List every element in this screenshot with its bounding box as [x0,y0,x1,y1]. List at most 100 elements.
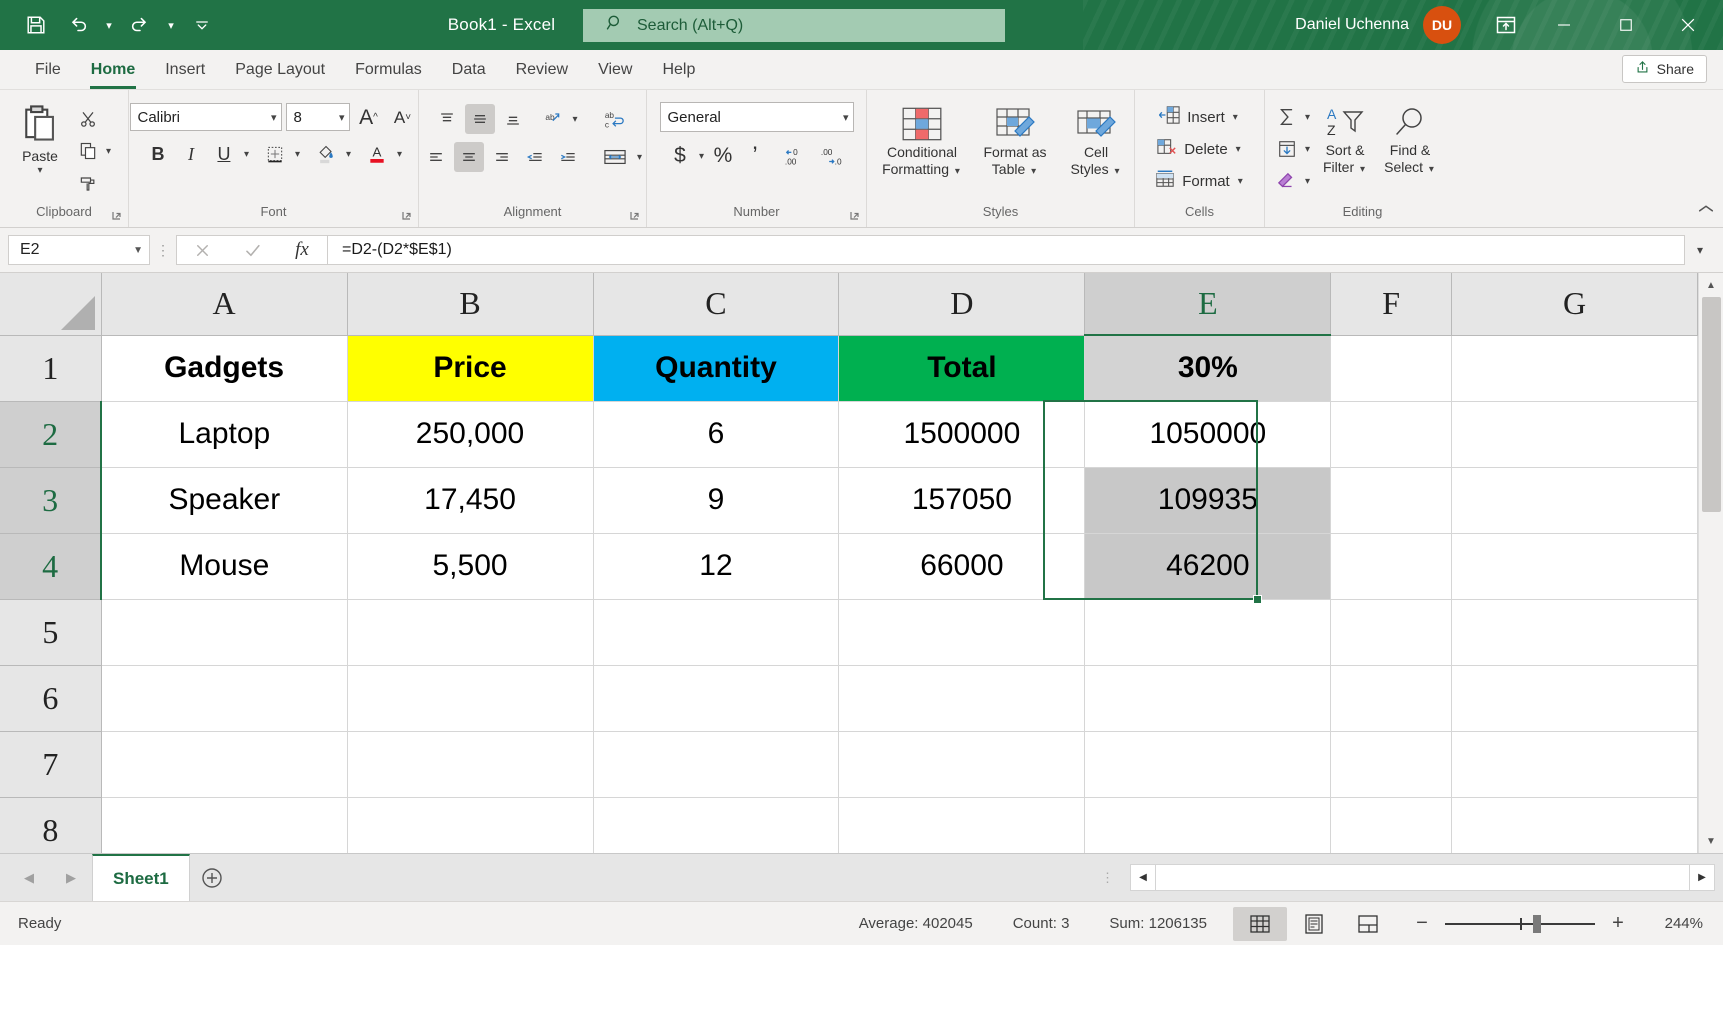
text-orientation-icon[interactable]: ab [537,104,567,134]
row-header-4[interactable]: 4 [0,533,101,599]
cell-g8[interactable] [1451,797,1697,853]
sheet-tab-sheet1[interactable]: Sheet1 [92,854,190,901]
font-color-icon[interactable]: A [362,139,392,169]
cell-g7[interactable] [1451,731,1697,797]
decrease-font-size-button[interactable]: A˅ [388,102,418,132]
tab-review[interactable]: Review [501,51,583,89]
format-as-table-button[interactable]: Format as Table ▾ [974,100,1056,182]
cell-a1[interactable]: Gadgets [101,335,347,401]
font-family-select[interactable]: Calibri ▾ [130,103,282,131]
fill-down-icon[interactable] [1272,134,1302,164]
decrease-decimal-icon[interactable]: .00 .0 [814,141,848,171]
number-dialog-launcher[interactable] [848,209,862,223]
vertical-scroll-track[interactable] [1699,297,1723,829]
increase-font-size-button[interactable]: A^ [354,102,384,132]
copy-dropdown-icon[interactable]: ▾ [104,146,113,157]
tab-view[interactable]: View [583,51,647,89]
chevron-down-icon[interactable]: ▾ [1112,166,1121,177]
scroll-up-button[interactable]: ▲ [1699,273,1723,297]
autosum-icon[interactable] [1272,102,1302,132]
font-color-dropdown-icon[interactable]: ▾ [395,149,404,160]
cell-d1[interactable]: Total [839,335,1085,401]
select-all-corner[interactable] [0,273,101,335]
format-painter-button[interactable] [73,168,103,198]
copy-button[interactable] [73,136,103,166]
cell-d8[interactable] [839,797,1085,853]
chevron-down-icon[interactable]: ▾ [1358,164,1367,175]
borders-dropdown-icon[interactable]: ▾ [293,149,302,160]
cell-e3[interactable]: 109935 [1085,467,1331,533]
cell-g3[interactable] [1451,467,1697,533]
borders-icon[interactable] [260,139,290,169]
row-header-2[interactable]: 2 [0,401,101,467]
cell-a5[interactable] [101,599,347,665]
cell-g4[interactable] [1451,533,1697,599]
cell-e5[interactable] [1085,599,1331,665]
status-sum[interactable]: Sum: 1206135 [1109,915,1207,932]
cell-g5[interactable] [1451,599,1697,665]
merge-dropdown-icon[interactable]: ▾ [635,152,644,163]
cell-c7[interactable] [593,731,839,797]
cell-d5[interactable] [839,599,1085,665]
column-header-c[interactable]: C [593,273,839,335]
cell-c5[interactable] [593,599,839,665]
cell-b1[interactable]: Price [347,335,593,401]
cell-b7[interactable] [347,731,593,797]
tab-page-layout[interactable]: Page Layout [220,51,340,89]
fill-color-dropdown-icon[interactable]: ▾ [344,149,353,160]
column-header-g[interactable]: G [1451,273,1697,335]
cell-f5[interactable] [1331,599,1452,665]
name-box-dropdown-icon[interactable]: ▼ [133,245,143,256]
format-cells-button[interactable]: Format ▾ [1148,166,1251,196]
cell-e4[interactable]: 46200 [1085,533,1331,599]
insert-cells-button[interactable]: Insert ▾ [1153,102,1246,132]
alignment-dialog-launcher[interactable] [628,209,642,223]
align-right-icon[interactable] [487,142,517,172]
tab-data[interactable]: Data [437,51,501,89]
tab-file[interactable]: File [20,51,76,89]
search-input[interactable]: Search (Alt+Q) [583,9,1005,42]
confirm-check-icon[interactable] [227,236,277,264]
tab-formulas[interactable]: Formulas [340,51,437,89]
maximize-icon[interactable] [1595,0,1657,50]
paste-button[interactable]: Paste ▾ [7,100,73,181]
chevron-down-icon[interactable]: ▾ [1029,166,1038,177]
cell-g1[interactable] [1451,335,1697,401]
cell-c8[interactable] [593,797,839,853]
font-dialog-launcher[interactable] [400,209,414,223]
currency-dropdown-icon[interactable]: ▾ [697,151,706,162]
align-center-icon[interactable] [454,142,484,172]
cell-e1[interactable]: 30% [1085,335,1331,401]
zoom-slider-thumb[interactable] [1533,915,1541,933]
cell-b8[interactable] [347,797,593,853]
cell-a2[interactable]: Laptop [101,401,347,467]
cell-b5[interactable] [347,599,593,665]
cell-styles-button[interactable]: Cell Styles ▾ [1060,100,1132,182]
cell-c2[interactable]: 6 [593,401,839,467]
underline-dropdown-icon[interactable]: ▾ [242,149,251,160]
customize-quick-access-toolbar-icon[interactable] [182,6,222,44]
align-bottom-icon[interactable] [498,104,528,134]
minimize-icon[interactable] [1533,0,1595,50]
cell-b6[interactable] [347,665,593,731]
cell-c1[interactable]: Quantity [593,335,839,401]
horizontal-scroll-track[interactable] [1156,864,1689,891]
clear-eraser-icon[interactable] [1272,166,1302,196]
currency-icon[interactable]: $ [665,141,695,171]
tab-insert[interactable]: Insert [150,51,220,89]
conditional-formatting-button[interactable]: Conditional Formatting ▾ [874,100,970,182]
cell-a3[interactable]: Speaker [101,467,347,533]
cell-a8[interactable] [101,797,347,853]
undo-button[interactable] [58,6,98,44]
page-break-preview-icon[interactable] [1341,907,1395,941]
redo-button[interactable] [120,6,160,44]
column-header-d[interactable]: D [839,273,1085,335]
delete-dropdown-icon[interactable]: ▾ [1234,144,1243,155]
row-header-3[interactable]: 3 [0,467,101,533]
cell-f4[interactable] [1331,533,1452,599]
align-top-icon[interactable] [432,104,462,134]
close-icon[interactable] [1657,0,1719,50]
row-header-5[interactable]: 5 [0,599,101,665]
decrease-indent-icon[interactable] [520,142,550,172]
column-header-f[interactable]: F [1331,273,1452,335]
